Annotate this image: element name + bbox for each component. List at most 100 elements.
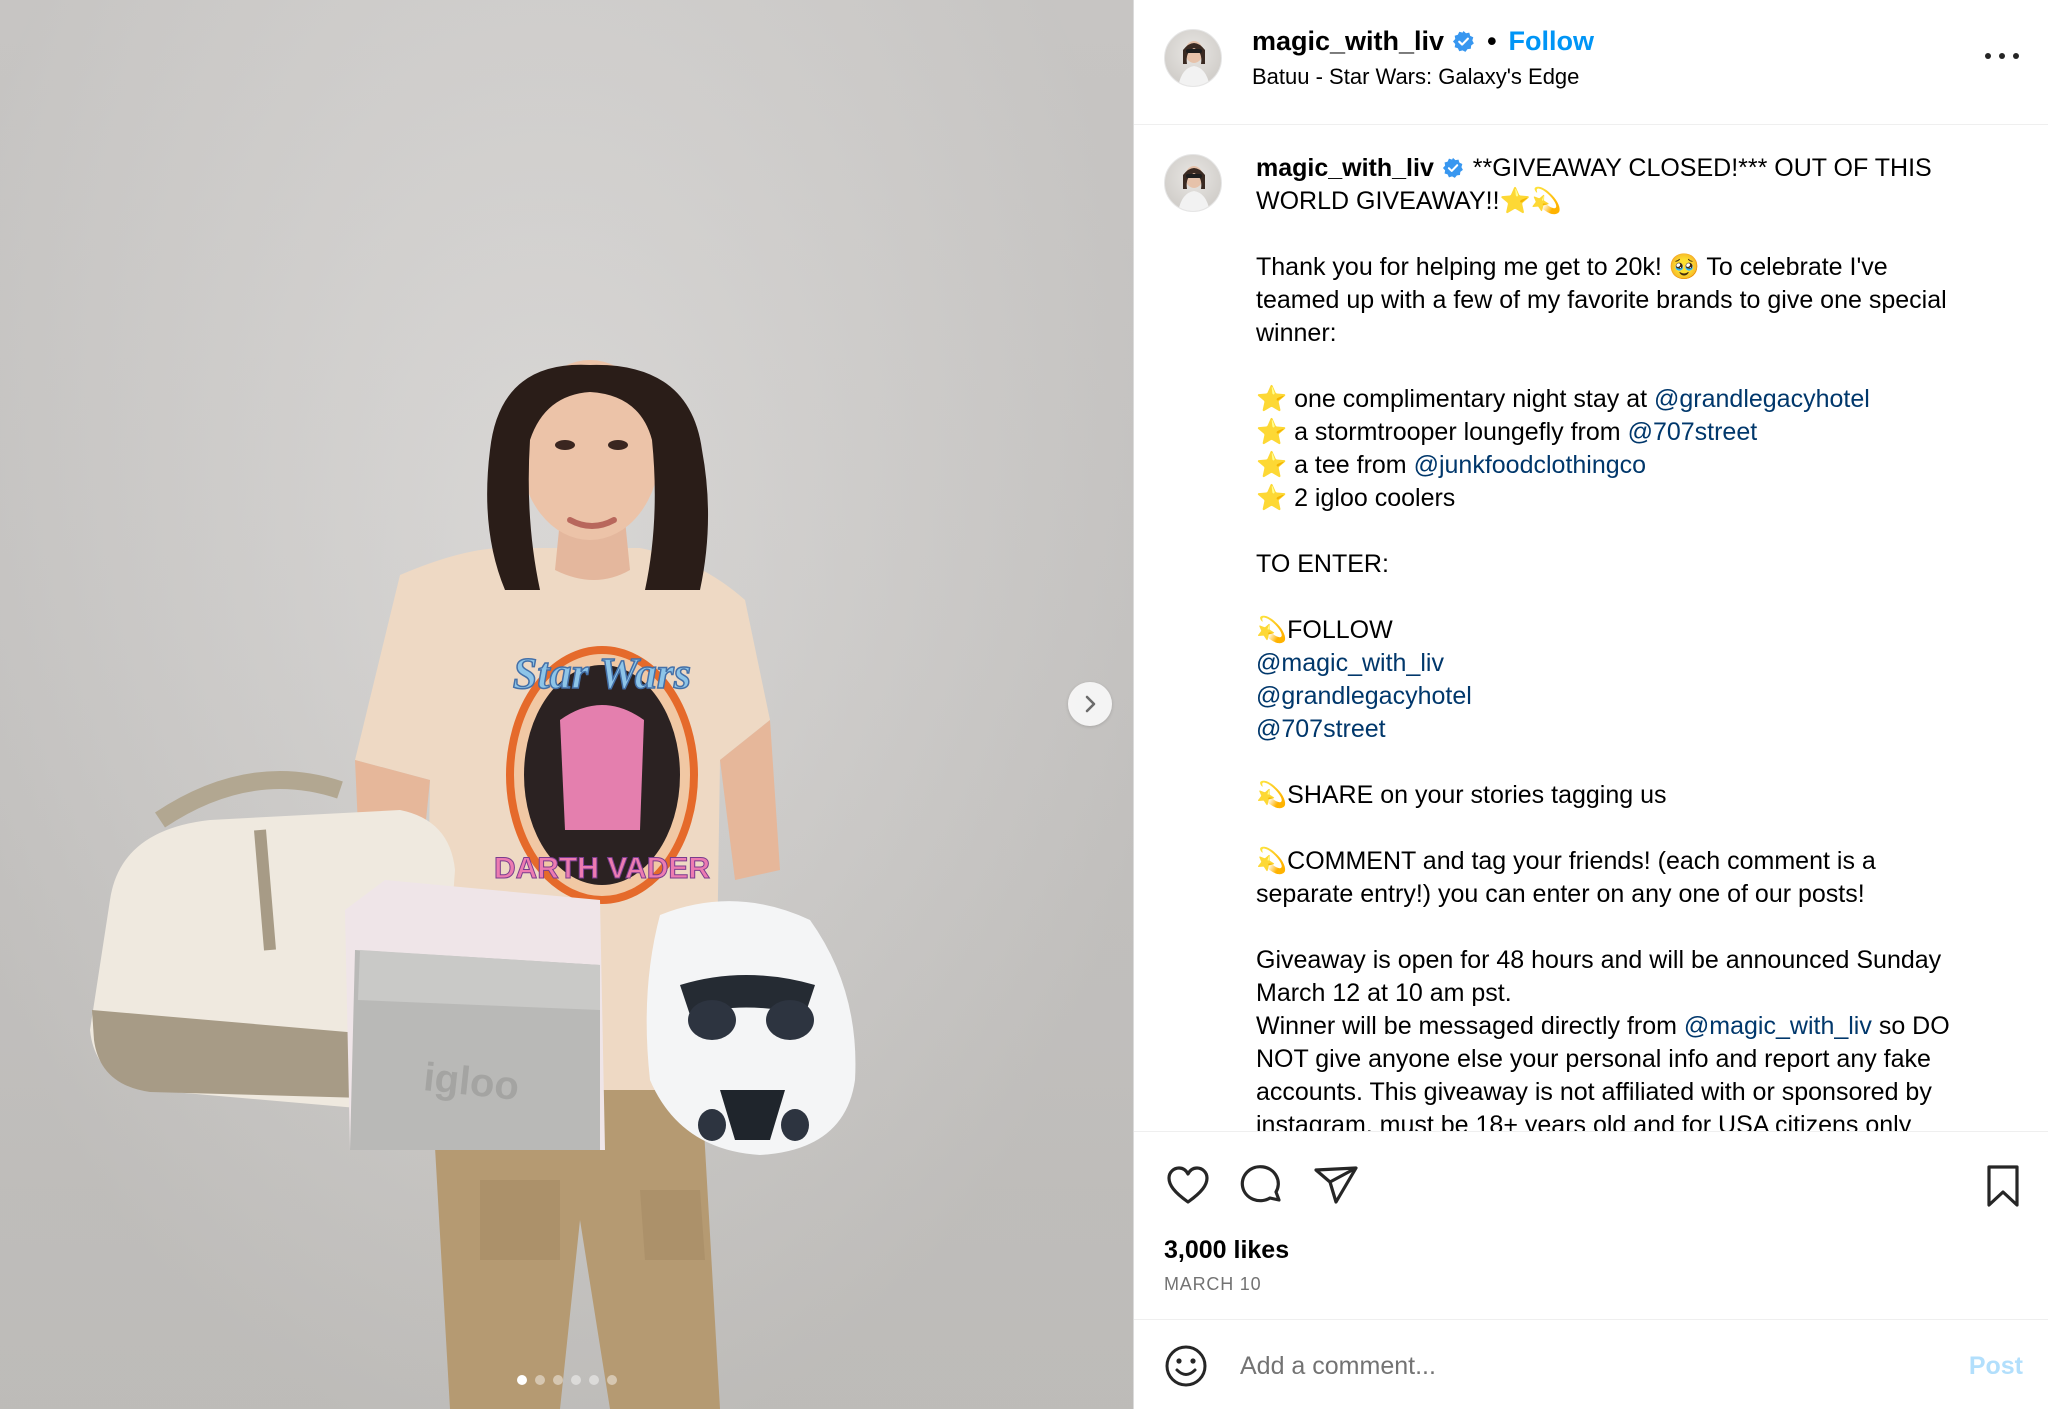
comment-input[interactable]	[1238, 1342, 1892, 1390]
carousel-dot[interactable]	[516, 1375, 527, 1385]
caption-line	[1256, 581, 2026, 614]
caption-text: so DO	[1871, 1012, 1950, 1040]
post-actions: 3,000 likes MARCH 10	[1134, 1131, 2048, 1322]
heart-icon[interactable]	[1164, 1162, 1212, 1210]
shirt-text-bottom: DARTH VADER	[494, 852, 710, 885]
mention-link[interactable]: @grandlegacyhotel	[1654, 385, 1870, 413]
caption-text: COMMENT and tag your friends! (each comm…	[1287, 847, 1876, 875]
post-location[interactable]: Batuu - Star Wars: Galaxy's Edge	[1252, 64, 1579, 90]
caption-line: @707street	[1256, 713, 2026, 746]
carousel-dot[interactable]	[606, 1375, 617, 1385]
caption-text: TO ENTER:	[1256, 550, 1389, 578]
caption-text: one complimentary night stay at	[1287, 385, 1654, 413]
caption-text: a stormtrooper loungefly from	[1287, 418, 1628, 446]
bookmark-icon[interactable]	[1979, 1162, 2027, 1210]
caption-line: separate entry!) you can enter on any on…	[1256, 878, 2026, 911]
smiley-icon[interactable]	[1164, 1344, 1208, 1388]
comment-bubble-icon[interactable]	[1238, 1162, 1286, 1210]
caption-line: winner:	[1256, 317, 2026, 350]
mention-link[interactable]: @junkfoodclothingco	[1414, 451, 1646, 479]
carousel-dot[interactable]	[552, 1375, 563, 1385]
caption-text: Giveaway is open for 48 hours and will b…	[1256, 946, 1942, 974]
mention-link[interactable]: @707street	[1628, 418, 1758, 446]
mention-link[interactable]: @grandlegacyhotel	[1256, 682, 1472, 710]
caption-text: instagram, must be 18+ years old and for…	[1256, 1111, 1912, 1131]
author-username[interactable]: magic_with_liv	[1252, 26, 1444, 57]
star-emoji: ⭐	[1256, 451, 1288, 479]
chevron-right-icon	[1085, 695, 1096, 713]
carousel-indicator	[0, 1375, 1133, 1385]
likes-count[interactable]: 3,000 likes	[1164, 1236, 1289, 1265]
caption-text: accounts. This giveaway is not affiliate…	[1256, 1078, 1932, 1106]
star-emoji: ⭐	[1256, 385, 1288, 413]
post-caption: magic_with_liv **GIVEAWAY CLOSED!*** OUT…	[1256, 152, 2026, 1131]
post-header: magic_with_liv • Follow Batuu - Star War…	[1134, 0, 2048, 125]
header-separator: •	[1487, 26, 1497, 56]
caption-text: Thank you for helping me get to 20k!	[1256, 253, 1669, 281]
caption-line	[1256, 812, 2026, 845]
verified-badge-icon	[1453, 30, 1474, 52]
caption-line: ⭐ a tee from @junkfoodclothingco	[1256, 449, 2026, 482]
mention-link[interactable]: @magic_with_liv	[1256, 649, 1444, 677]
star-emoji: ⭐	[1256, 484, 1288, 512]
caption-text: winner:	[1256, 319, 1337, 347]
comment-bar: Post	[1134, 1319, 2048, 1410]
paper-plane-icon[interactable]	[1312, 1162, 1360, 1210]
sparkle-emoji: 💫	[1256, 781, 1288, 809]
carousel-dot[interactable]	[570, 1375, 581, 1385]
caption-line: ⭐ one complimentary night stay at @grand…	[1256, 383, 2026, 416]
caption-line: @magic_with_liv	[1256, 647, 2026, 680]
header-user-row: magic_with_liv • Follow	[1252, 26, 1594, 57]
carousel-dot[interactable]	[534, 1375, 545, 1385]
caption-line	[1256, 515, 2026, 548]
caption-line	[1256, 350, 2026, 383]
caption-text: To celebrate I've	[1699, 253, 1888, 281]
caption-text: FOLLOW	[1287, 616, 1393, 644]
caption-scroll-area[interactable]: magic_with_liv **GIVEAWAY CLOSED!*** OUT…	[1134, 124, 2048, 1131]
sparkle-emoji: 💫	[1256, 847, 1288, 875]
verified-badge-icon	[1442, 157, 1463, 178]
caption-line	[1256, 746, 2026, 779]
caption-text: SHARE on your stories tagging us	[1287, 781, 1667, 809]
mention-link[interactable]: @707street	[1256, 715, 1386, 743]
caption-line: @grandlegacyhotel	[1256, 680, 2026, 713]
caption-text: WORLD GIVEAWAY!!	[1256, 187, 1500, 215]
caption-line: 💫FOLLOW	[1256, 614, 2026, 647]
caption-line: accounts. This giveaway is not affiliate…	[1256, 1076, 2026, 1109]
caption-author-avatar[interactable]	[1164, 154, 1222, 212]
more-options-icon[interactable]	[1985, 46, 2019, 66]
follow-button[interactable]: Follow	[1509, 26, 1594, 57]
caption-line: ⭐ a stormtrooper loungefly from @707stre…	[1256, 416, 2026, 449]
mention-link[interactable]: @magic_with_liv	[1684, 1012, 1872, 1040]
caption-text: NOT give anyone else your personal info …	[1256, 1045, 1931, 1073]
avatar-portrait	[1178, 41, 1210, 86]
star-emoji: ⭐	[1499, 187, 1531, 215]
caption-line: NOT give anyone else your personal info …	[1256, 1043, 2026, 1076]
caption-line: teamed up with a few of my favorite bran…	[1256, 284, 2026, 317]
caption-line: Winner will be messaged directly from @m…	[1256, 1010, 2026, 1043]
caption-username[interactable]: magic_with_liv	[1256, 154, 1434, 182]
sparkle-emoji: 💫	[1530, 187, 1562, 215]
post-date[interactable]: MARCH 10	[1164, 1274, 1261, 1295]
caption-text: 2 igloo coolers	[1287, 484, 1456, 512]
carousel-dot[interactable]	[588, 1375, 599, 1385]
post-comment-button[interactable]: Post	[1969, 1352, 2023, 1381]
author-avatar[interactable]	[1164, 29, 1222, 87]
caption-text: teamed up with a few of my favorite bran…	[1256, 286, 1947, 314]
post-media[interactable]: Star Wars DARTH VADER igloo	[0, 0, 1133, 1409]
avatar-portrait	[1178, 166, 1210, 211]
carousel-next-button[interactable]	[1068, 682, 1112, 726]
caption-line: March 12 at 10 am pst.	[1256, 977, 2026, 1010]
post-sidebar: magic_with_liv • Follow Batuu - Star War…	[1133, 0, 2048, 1409]
caption-text: 🥹	[1668, 253, 1700, 281]
caption-line: 💫COMMENT and tag your friends! (each com…	[1256, 845, 2026, 878]
caption-line: Giveaway is open for 48 hours and will b…	[1256, 944, 2026, 977]
caption-line	[1256, 218, 2026, 251]
caption-text: **GIVEAWAY CLOSED!*** OUT OF THIS	[1465, 154, 1932, 182]
caption-line: ⭐ 2 igloo coolers	[1256, 482, 2026, 515]
shirt-text-top: Star Wars	[513, 649, 691, 698]
caption-line: magic_with_liv **GIVEAWAY CLOSED!*** OUT…	[1256, 152, 2026, 185]
caption-line: 💫SHARE on your stories tagging us	[1256, 779, 2026, 812]
post-photo: Star Wars DARTH VADER igloo	[90, 360, 856, 1409]
caption-line: WORLD GIVEAWAY!!⭐💫	[1256, 185, 2026, 218]
